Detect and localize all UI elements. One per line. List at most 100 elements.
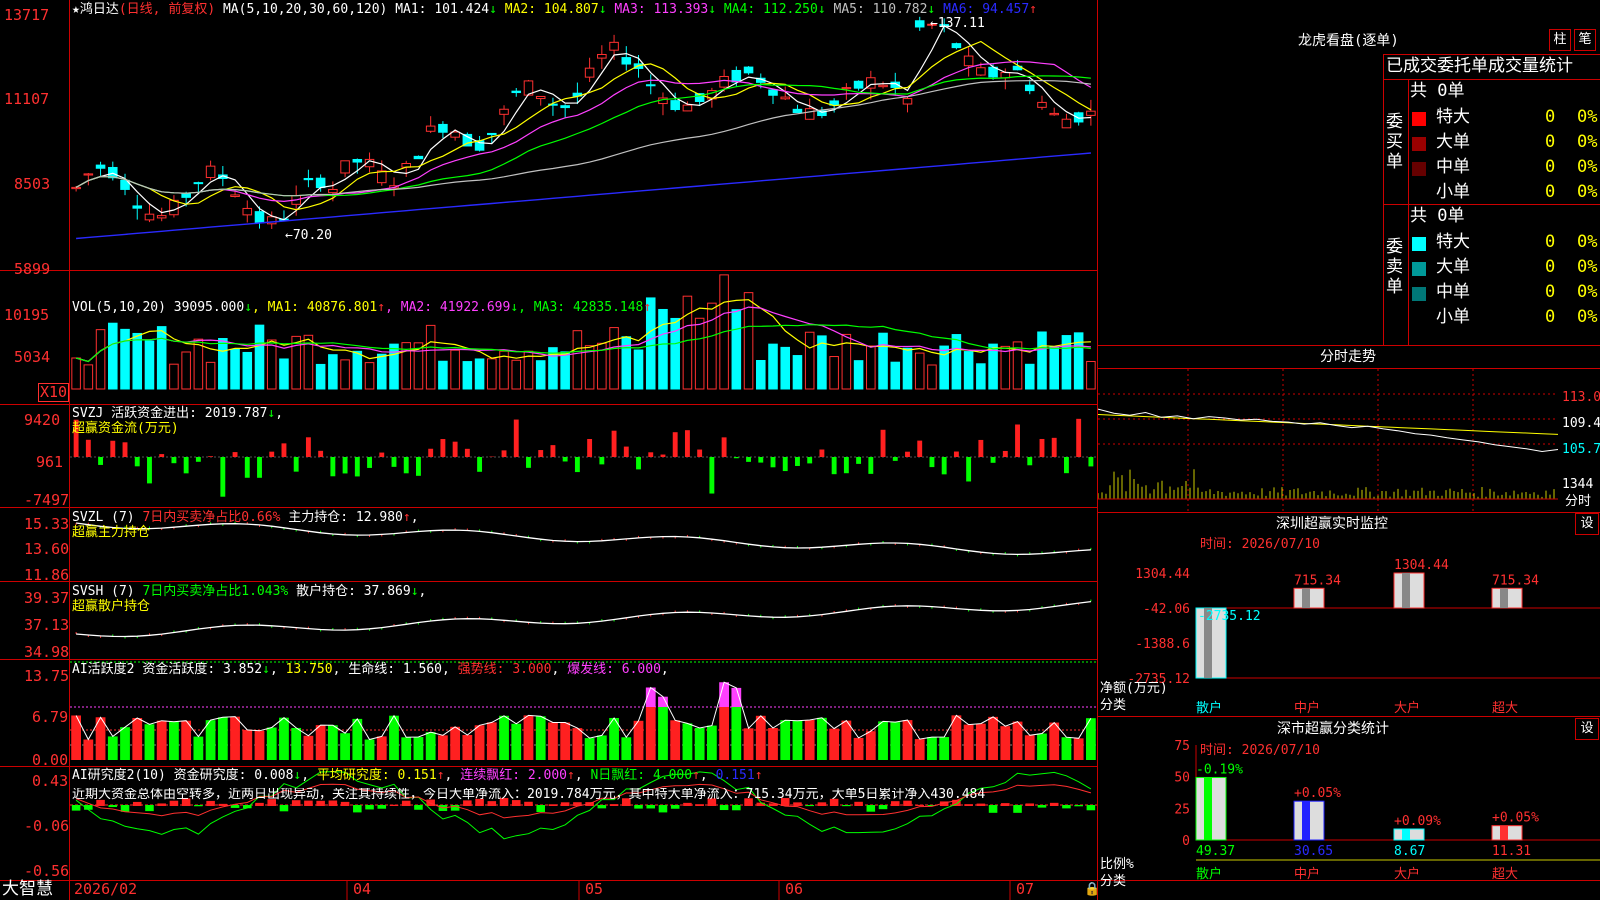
research-bar bbox=[536, 805, 545, 813]
fund-flow-bar bbox=[379, 452, 385, 457]
research-bar bbox=[304, 800, 313, 806]
tick-view-button[interactable]: 笔 bbox=[1574, 29, 1596, 51]
ma-arrow: ↓ bbox=[817, 2, 826, 17]
ma-legend-5: MA5: 110.782 bbox=[825, 2, 928, 17]
research-bar bbox=[230, 805, 240, 808]
candle-body bbox=[584, 67, 595, 78]
vol-unit[interactable]: X10 bbox=[38, 383, 70, 402]
fund-flow-bar bbox=[562, 457, 568, 462]
fund-flow-bar bbox=[1063, 457, 1069, 474]
ma-arrow: ↓ bbox=[489, 2, 497, 17]
svzl-tick: 11.86 bbox=[24, 566, 70, 584]
fund-flow-bar bbox=[1015, 424, 1020, 457]
volume-bar bbox=[1024, 363, 1035, 390]
activity-bar bbox=[120, 727, 130, 760]
research-bar bbox=[1062, 805, 1071, 809]
activity-bar bbox=[83, 739, 94, 760]
volume-bar bbox=[878, 332, 888, 390]
intraday-vol-tick: 1344 bbox=[1562, 477, 1594, 492]
fund-flow-bar bbox=[697, 449, 703, 457]
volume-bar bbox=[535, 360, 546, 390]
intraday-price-line bbox=[1098, 408, 1559, 453]
research-bar bbox=[1037, 805, 1047, 808]
fund-flow-bar bbox=[1027, 457, 1033, 466]
candle-body bbox=[645, 84, 656, 87]
monitor-bar bbox=[1393, 572, 1425, 609]
order-type: 中单 bbox=[1436, 157, 1470, 177]
order-type: 特大 bbox=[1436, 107, 1470, 127]
candle-body bbox=[1037, 101, 1047, 108]
research-bar bbox=[145, 805, 154, 812]
candle-body bbox=[670, 100, 680, 111]
fund-flow-bar bbox=[416, 457, 421, 476]
research-bar bbox=[683, 802, 692, 806]
volume-bar bbox=[181, 351, 191, 390]
volume-bar bbox=[71, 357, 81, 390]
activity-bar bbox=[156, 720, 167, 760]
chart-mode[interactable]: (日线, 前复权) bbox=[119, 2, 215, 17]
candle-body bbox=[499, 108, 509, 115]
research-bar bbox=[463, 800, 472, 806]
volume-bar bbox=[756, 360, 766, 390]
research-bar bbox=[255, 802, 264, 806]
fund-flow-bar bbox=[966, 457, 972, 482]
candle-body bbox=[181, 193, 191, 198]
research-bar bbox=[1049, 802, 1059, 806]
volume-bar bbox=[205, 361, 216, 390]
fund-flow-bar bbox=[978, 439, 984, 457]
price-tick: 5899 bbox=[14, 260, 51, 278]
fund-flow-bar bbox=[281, 443, 287, 457]
fund-flow-bar bbox=[257, 457, 262, 478]
volume-bar bbox=[242, 351, 253, 390]
fund-flow-bar bbox=[868, 457, 874, 474]
vol-ma-line bbox=[75, 324, 1091, 363]
research-bar bbox=[1074, 805, 1083, 807]
candle-body bbox=[328, 188, 338, 194]
research-bar bbox=[817, 802, 827, 806]
candle-body bbox=[682, 104, 693, 112]
volume-bar bbox=[768, 343, 778, 390]
monitor-value-label: 715.34 bbox=[1294, 573, 1341, 588]
candle-body bbox=[1024, 84, 1035, 92]
fund-flow-bar bbox=[623, 446, 629, 457]
star-icon[interactable]: ★ bbox=[72, 2, 80, 17]
fund-flow-bar bbox=[941, 457, 947, 475]
candle-body bbox=[487, 132, 497, 136]
volume-bar bbox=[939, 345, 949, 390]
candle-body bbox=[743, 66, 754, 74]
candle-body bbox=[71, 186, 81, 190]
app-brand[interactable]: 大智慧 bbox=[2, 881, 53, 898]
order-count: 0 bbox=[1545, 157, 1556, 177]
volume-bar bbox=[438, 360, 448, 390]
activity-bar bbox=[731, 707, 742, 760]
buy-side-label: 委买单 bbox=[1386, 112, 1403, 172]
column-view-button[interactable]: 柱 bbox=[1549, 29, 1571, 51]
research-bar bbox=[1001, 803, 1010, 806]
fund-flow-bar bbox=[611, 430, 617, 457]
volume-bar bbox=[230, 348, 240, 390]
candle-body bbox=[1086, 110, 1096, 116]
research-bar bbox=[609, 804, 619, 806]
monitor-category-label: 大户 bbox=[1394, 700, 1420, 716]
volume-bar bbox=[902, 347, 913, 390]
activity-bar bbox=[792, 720, 803, 760]
fund-flow-bar bbox=[1051, 437, 1057, 457]
fund-flow-bar bbox=[782, 457, 788, 472]
candle-body bbox=[303, 177, 314, 181]
fund-flow-bar bbox=[550, 445, 556, 457]
volume-bar bbox=[890, 361, 901, 390]
class-bar bbox=[1491, 825, 1523, 841]
volume-bar bbox=[291, 335, 301, 390]
fund-flow-bar bbox=[856, 457, 862, 464]
monitor-category-label: 超大 bbox=[1492, 701, 1518, 716]
activity-bar-burst bbox=[658, 696, 668, 707]
ai-research-chart bbox=[70, 771, 1097, 840]
sell-side-label: 委卖单 bbox=[1386, 237, 1403, 297]
activity-bar bbox=[963, 724, 974, 760]
class-category-label: 中户 bbox=[1294, 866, 1320, 882]
vol-ma-arrow: ↑ bbox=[643, 300, 652, 315]
order-count: 0 bbox=[1545, 107, 1556, 127]
activity-bar bbox=[596, 735, 607, 760]
intraday-title: 分时走势 bbox=[1320, 349, 1376, 365]
activity-bar bbox=[633, 720, 644, 760]
